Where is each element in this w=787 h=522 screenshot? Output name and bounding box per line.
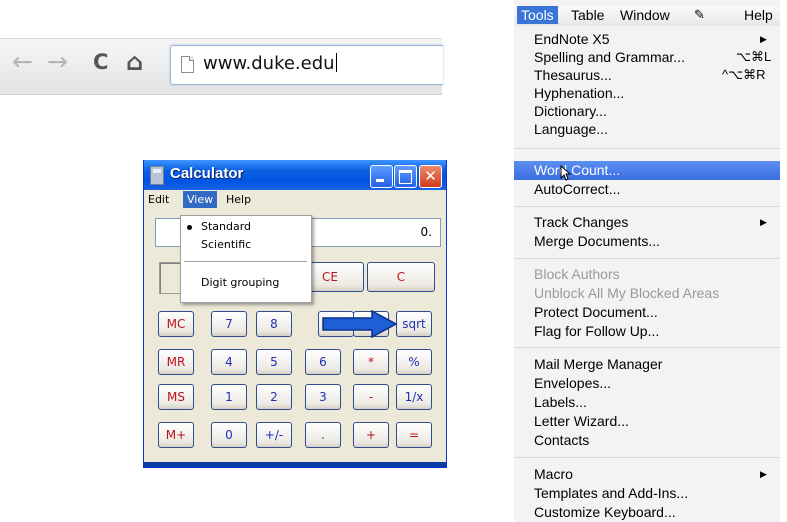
menu-item-hyphenation[interactable]: Hyphenation... — [534, 84, 624, 102]
menu-separator — [514, 347, 780, 348]
submenu-arrow-icon: ▶ — [760, 217, 767, 227]
menu-item-spelling-grammar[interactable]: Spelling and Grammar... — [534, 48, 685, 66]
tools-menu: Tools Table Window ✎ Help EndNote X5 ▶ S… — [514, 0, 780, 522]
view-option-digit-grouping[interactable]: Digit grouping — [201, 276, 279, 289]
calculator-window: Calculator ✕ Edit View Help 0. CE C MC 7… — [143, 160, 447, 468]
page-icon — [181, 56, 194, 73]
calculator-icon — [150, 166, 164, 185]
menu-window[interactable]: Window — [620, 7, 670, 23]
menu-item-word-count[interactable]: Word Count... — [514, 161, 780, 181]
percent-button[interactable]: % — [396, 349, 432, 375]
menu-item-envelopes[interactable]: Envelopes... — [534, 374, 611, 392]
view-option-standard[interactable]: Standard — [201, 220, 251, 233]
app-menubar: Tools Table Window ✎ Help — [514, 6, 780, 26]
menu-item-protect-document[interactable]: Protect Document... — [534, 303, 658, 321]
key-1[interactable]: 1 — [211, 384, 247, 410]
menu-item-contacts[interactable]: Contacts — [534, 431, 589, 449]
close-button[interactable]: ✕ — [419, 165, 442, 188]
submenu-arrow-icon: ▶ — [760, 34, 767, 44]
key-2[interactable]: 2 — [256, 384, 292, 410]
back-arrow-icon[interactable]: ← — [12, 47, 33, 77]
minimize-button[interactable] — [370, 165, 393, 188]
mr-button[interactable]: MR — [158, 349, 194, 375]
menu-item-endnote[interactable]: EndNote X5 — [534, 30, 610, 48]
menu-item-templates-addins[interactable]: Templates and Add-Ins... — [534, 484, 688, 502]
pointer-arrow-icon — [322, 310, 398, 338]
menu-item-merge-documents[interactable]: Merge Documents... — [534, 232, 660, 250]
key-7[interactable]: 7 — [211, 311, 247, 337]
key-6[interactable]: 6 — [305, 349, 341, 375]
minimize-icon — [376, 179, 384, 182]
reload-icon[interactable]: C — [93, 47, 108, 77]
window-bottom-border — [144, 462, 446, 467]
menu-help[interactable]: Help — [744, 7, 773, 23]
menu-item-autocorrect[interactable]: AutoCorrect... — [534, 180, 620, 198]
ms-button[interactable]: MS — [158, 384, 194, 410]
menu-separator — [514, 258, 780, 259]
mouse-cursor-icon — [560, 165, 572, 181]
url-value: www.duke.edu — [203, 53, 335, 74]
add-button[interactable]: + — [353, 422, 389, 448]
menu-item-thesaurus[interactable]: Thesaurus... — [534, 66, 612, 84]
window-title: Calculator — [170, 165, 244, 182]
menu-separator — [514, 206, 780, 207]
reciprocal-button[interactable]: 1/x — [396, 384, 432, 410]
sign-toggle-button[interactable]: +/- — [256, 422, 292, 448]
key-0[interactable]: 0 — [211, 422, 247, 448]
menu-item-flag-follow-up[interactable]: Flag for Follow Up... — [534, 322, 659, 340]
address-bar[interactable]: www.duke.edu — [170, 45, 443, 85]
menu-edit[interactable]: Edit — [148, 193, 169, 206]
menu-item-customize-keyboard[interactable]: Customize Keyboard... — [534, 503, 676, 521]
multiply-button[interactable]: * — [353, 349, 389, 375]
sqrt-button[interactable]: sqrt — [396, 311, 432, 337]
menu-item-letter-wizard[interactable]: Letter Wizard... — [534, 412, 629, 430]
menu-item-block-authors: Block Authors — [534, 266, 620, 282]
menu-item-word-count-label: Word Count... — [534, 162, 621, 178]
mc-button[interactable]: MC — [158, 311, 194, 337]
calculator-titlebar[interactable]: Calculator ✕ — [144, 160, 446, 190]
subtract-button[interactable]: - — [353, 384, 389, 410]
menu-item-track-changes[interactable]: Track Changes — [534, 213, 628, 231]
forward-arrow-icon[interactable]: → — [47, 47, 68, 77]
script-menu-icon[interactable]: ✎ — [694, 7, 705, 23]
decimal-button[interactable]: . — [305, 422, 341, 448]
browser-toolbar: ← → C ⌂ www.duke.edu — [0, 38, 443, 95]
menu-item-dictionary[interactable]: Dictionary... — [534, 102, 607, 120]
menu-item-language[interactable]: Language... — [534, 120, 608, 138]
key-4[interactable]: 4 — [211, 349, 247, 375]
close-icon: ✕ — [424, 167, 437, 185]
c-button[interactable]: C — [367, 262, 435, 292]
key-8[interactable]: 8 — [256, 311, 292, 337]
menu-table[interactable]: Table — [571, 7, 604, 23]
shortcut-thesaurus: ^⌥⌘R — [722, 67, 766, 82]
url-text[interactable]: www.duke.edu — [203, 53, 337, 74]
maximize-button[interactable] — [394, 165, 417, 188]
radio-bullet-icon — [187, 225, 192, 230]
view-option-scientific[interactable]: Scientific — [201, 238, 251, 251]
maximize-icon — [399, 170, 412, 184]
menu-item-labels[interactable]: Labels... — [534, 393, 587, 411]
menu-separator — [514, 457, 780, 458]
m-plus-button[interactable]: M+ — [158, 422, 194, 448]
menu-divider — [184, 261, 307, 262]
text-caret — [335, 53, 337, 72]
home-icon[interactable]: ⌂ — [126, 47, 143, 77]
key-3[interactable]: 3 — [305, 384, 341, 410]
submenu-arrow-icon: ▶ — [760, 469, 767, 479]
menu-separator — [514, 148, 780, 149]
calculator-menubar: Edit View Help — [144, 190, 446, 210]
menu-item-mail-merge-manager[interactable]: Mail Merge Manager — [534, 355, 662, 373]
menu-item-macro[interactable]: Macro — [534, 465, 573, 483]
menu-item-unblock-areas: Unblock All My Blocked Areas — [534, 285, 720, 301]
equals-button[interactable]: = — [396, 422, 432, 448]
view-dropdown-menu: Standard Scientific Digit grouping — [180, 215, 312, 303]
shortcut-spelling: ⌥⌘L — [736, 49, 772, 64]
display-value: 0. — [420, 225, 432, 239]
menu-view[interactable]: View — [183, 191, 218, 208]
menu-help[interactable]: Help — [226, 193, 251, 206]
menu-tools[interactable]: Tools — [517, 6, 558, 24]
key-5[interactable]: 5 — [256, 349, 292, 375]
